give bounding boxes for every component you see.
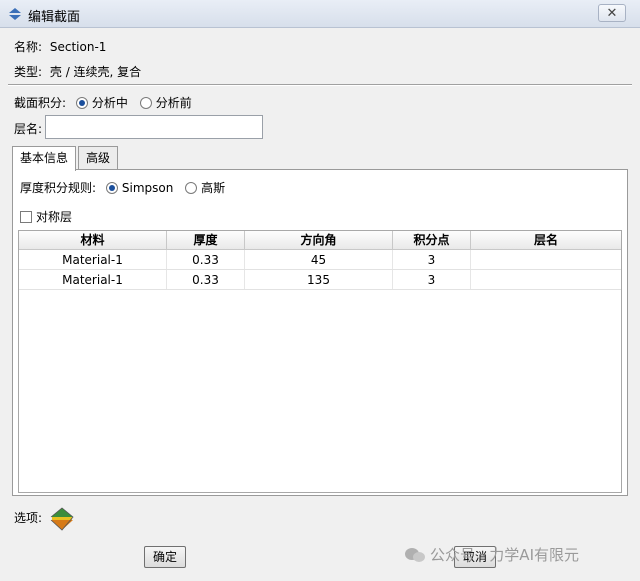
layup-table: 材料 厚度 方向角 积分点 层名 Material-1 0.33 45 3 Ma… [18,230,622,493]
watermark: 公众号 · 力学AI有限元 [404,544,579,565]
title-bar: 编辑截面 ✕ [0,0,640,28]
integration-row: 截面积分: 分析中 分析前 [14,94,192,111]
close-button[interactable]: ✕ [598,4,626,22]
layers-option-icon[interactable] [50,507,74,531]
name-value: Section-1 [49,40,107,54]
cell-orientation[interactable]: 45 [245,250,393,269]
symmetric-label: 对称层 [36,210,73,224]
header-integration-points: 积分点 [393,231,471,249]
close-icon: ✕ [606,6,618,21]
name-label: 名称: [14,40,43,54]
radio-selected-icon [75,97,88,109]
integration-label: 截面积分: [14,96,67,110]
cell-thickness[interactable]: 0.33 [167,250,245,269]
cell-orientation[interactable]: 135 [245,270,393,289]
edit-section-icon [9,8,21,20]
checkbox-icon [20,211,32,223]
radio-before-analysis[interactable]: 分析前 [139,96,192,110]
type-label: 类型: [14,65,43,79]
tab-advanced[interactable]: 高级 [78,146,118,170]
radio-selected-icon [105,182,118,194]
layer-name-label: 层名: [14,122,43,136]
cell-thickness[interactable]: 0.33 [167,270,245,289]
table-header: 材料 厚度 方向角 积分点 层名 [19,231,621,250]
cell-material[interactable]: Material-1 [19,250,167,269]
radio-unselected-icon [185,182,198,194]
cell-layer-name[interactable] [471,250,621,269]
radio-unselected-icon [139,97,152,109]
ok-button[interactable]: 确定 [144,546,186,568]
header-layer-name: 层名 [533,233,558,247]
symmetric-layers-checkbox[interactable]: 对称层 [20,208,72,225]
thickness-rule-label: 厚度积分规则: [20,181,97,195]
radio-during-analysis[interactable]: 分析中 [75,96,128,110]
type-value: 壳 / 连续壳, 复合 [49,65,142,79]
cell-integration-points[interactable]: 3 [393,270,471,289]
section-name-row: 名称: Section-1 [14,38,106,55]
watermark-text: 公众号 · 力学AI有限元 [430,546,579,564]
cell-material[interactable]: Material-1 [19,270,167,289]
radio-gauss[interactable]: 高斯 [185,181,225,195]
table-row[interactable]: Material-1 0.33 135 3 [19,270,621,290]
cell-integration-points[interactable]: 3 [393,250,471,269]
radio-simpson[interactable]: Simpson [105,181,173,195]
table-row[interactable]: Material-1 0.33 45 3 [19,250,621,270]
wechat-icon [405,548,425,562]
section-type-row: 类型: 壳 / 连续壳, 复合 [14,63,141,80]
window-title: 编辑截面 [28,10,81,25]
header-material: 材料 [19,231,167,249]
header-orientation: 方向角 [245,231,393,249]
options-label: 选项: [14,511,43,525]
cell-layer-name[interactable] [471,270,621,289]
header-thickness: 厚度 [167,231,245,249]
layer-name-input[interactable] [45,115,263,139]
separator [8,84,632,86]
thickness-rule-row: 厚度积分规则: Simpson 高斯 [20,179,225,196]
tab-basic-info[interactable]: 基本信息 [12,146,76,171]
